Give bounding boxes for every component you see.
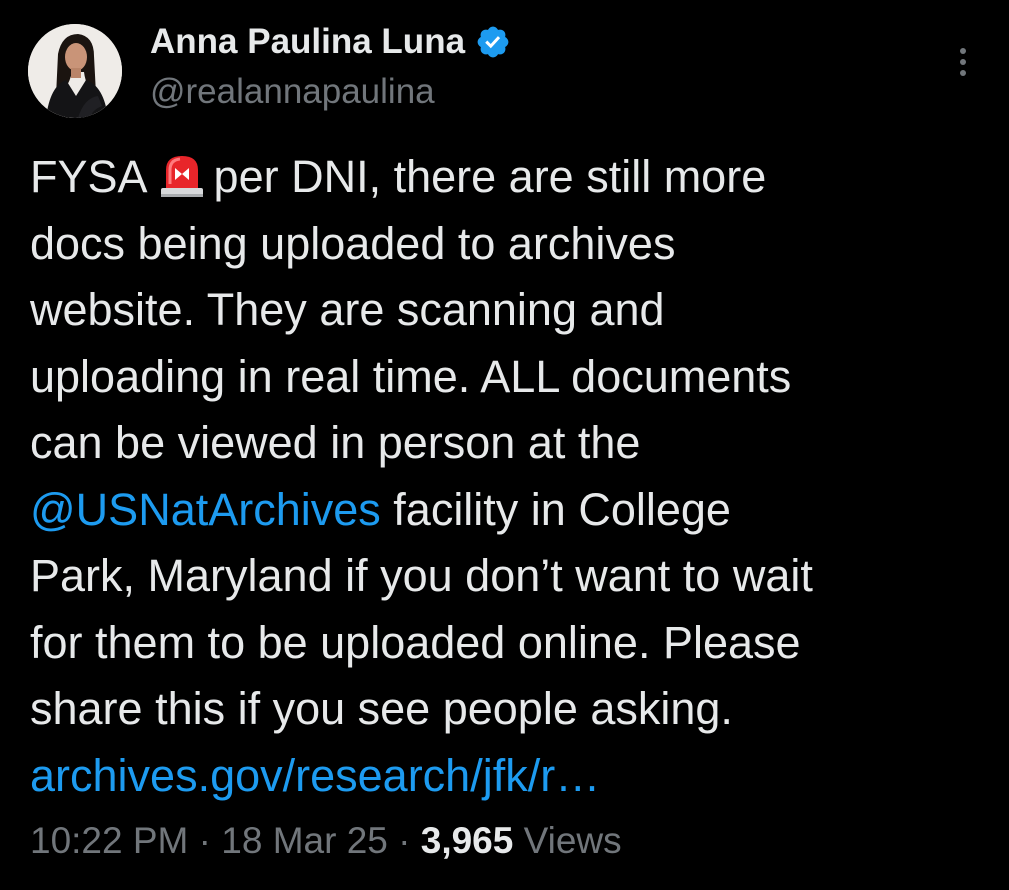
- police-siren-icon: [156, 148, 208, 200]
- tweet-line: website. They are scanning and: [30, 284, 665, 335]
- tweet: Anna Paulina Luna @realannapaulina FYSA …: [0, 0, 1009, 890]
- tweet-date[interactable]: 18 Mar 25: [221, 820, 388, 861]
- author-handle[interactable]: @realannapaulina: [150, 72, 435, 112]
- more-dot-icon: [960, 48, 966, 54]
- tweet-line: Park, Maryland if you don’t want to wait: [30, 550, 813, 601]
- avatar[interactable]: [28, 24, 122, 118]
- tweet-line: @USNatArchives facility in College: [30, 477, 980, 544]
- views-label: Views: [513, 820, 622, 861]
- meta-separator: ·: [188, 820, 222, 861]
- more-dot-icon: [960, 59, 966, 65]
- views-count[interactable]: 3,965: [421, 820, 514, 861]
- verified-badge-icon: [475, 24, 511, 60]
- meta-separator: ·: [387, 820, 421, 861]
- avatar-image: [28, 24, 122, 118]
- tweet-time[interactable]: 10:22 PM: [30, 820, 188, 861]
- more-options-button[interactable]: [948, 42, 978, 82]
- archives-link[interactable]: archives.gov/research/jfk/r…: [30, 750, 600, 801]
- tweet-text-segment: facility in College: [380, 483, 731, 535]
- mention-link[interactable]: @USNatArchives: [30, 484, 381, 535]
- tweet-line: docs being uploaded to archives: [30, 217, 676, 269]
- tweet-text-segment: FYSA: [30, 151, 148, 202]
- author-display-name[interactable]: Anna Paulina Luna: [150, 22, 465, 62]
- tweet-meta: 10:22 PM · 18 Mar 25 · 3,965 Views: [30, 820, 622, 862]
- tweet-line: uploading in real time. ALL documents: [30, 350, 792, 402]
- tweet-line: for them to be uploaded online. Please: [30, 616, 801, 668]
- tweet-line: FYSA per DNI, there are still more: [30, 144, 980, 211]
- author-name-row[interactable]: Anna Paulina Luna: [150, 20, 511, 64]
- tweet-line: archives.gov/research/jfk/r…: [30, 743, 980, 810]
- tweet-line: share this if you see people asking.: [30, 683, 733, 734]
- tweet-text-segment: per DNI, there are still more: [213, 151, 767, 202]
- tweet-line: can be viewed in person at the: [30, 417, 641, 468]
- more-dot-icon: [960, 70, 966, 76]
- tweet-text: FYSA per DNI, there are still more docs …: [30, 144, 980, 809]
